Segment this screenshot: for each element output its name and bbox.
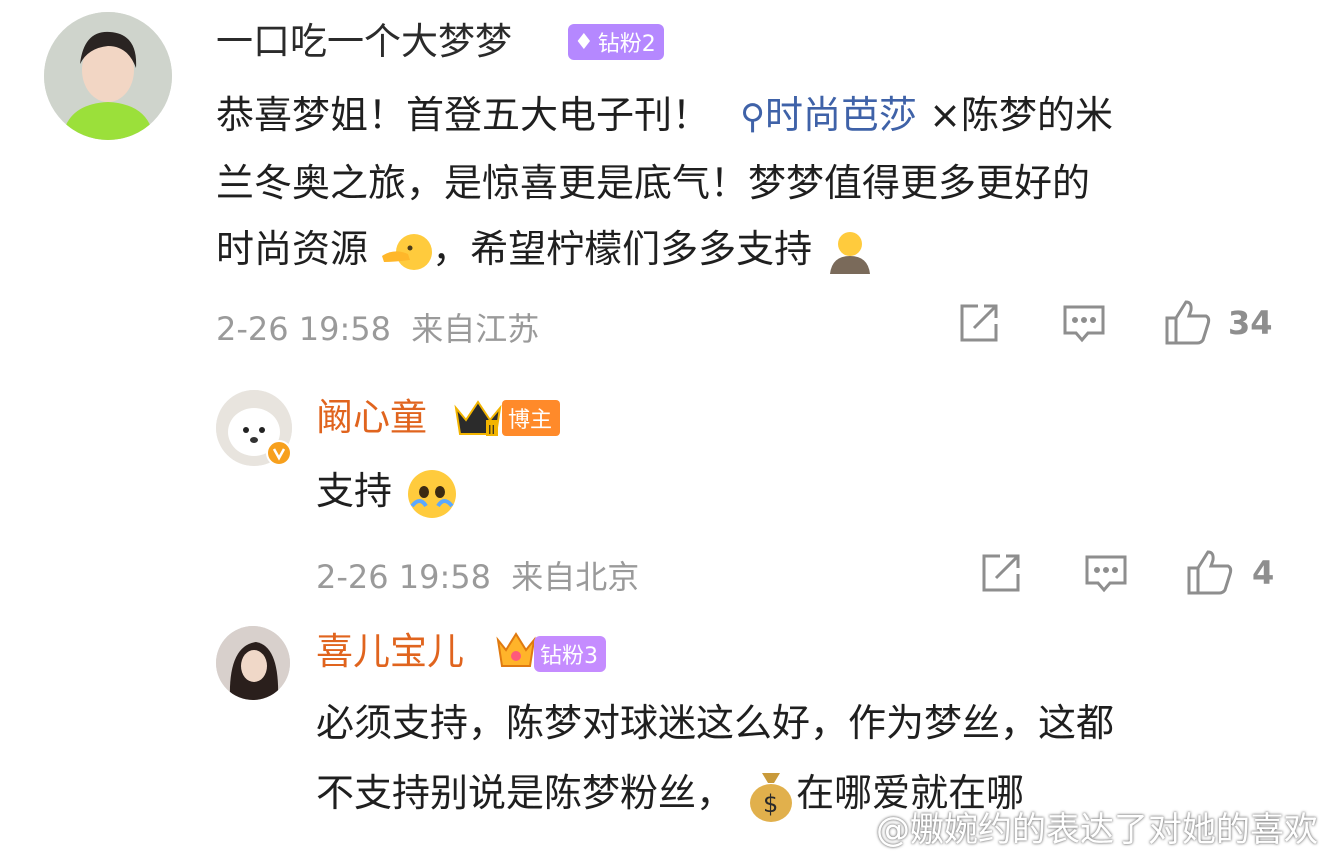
crown-icon: II xyxy=(452,396,504,438)
comment-text: 不支持别说是陈梦粉丝， xyxy=(316,771,735,815)
comment-icon[interactable] xyxy=(1062,304,1106,344)
money-bag-icon: $ xyxy=(746,769,796,823)
username[interactable]: 阚心童 xyxy=(316,396,427,440)
comment-text: 恭喜梦姐！首登五大电子刊！ xyxy=(216,93,711,137)
search-icon: ⚲ xyxy=(740,97,766,137)
timestamp: 2-26 19:58 xyxy=(316,558,492,596)
avatar[interactable] xyxy=(216,626,290,700)
fan-level-badge: ♦ 钻粉2 xyxy=(568,24,664,60)
svg-text:II: II xyxy=(488,423,495,437)
watermark: @嫐婉约的表达了对她的喜欢 xyxy=(876,810,1318,850)
location: 来自江苏 xyxy=(411,310,540,348)
comment-text-line: 支持 xyxy=(316,460,460,522)
comment-text: 时尚资源 xyxy=(216,227,369,271)
diamond-icon: ♦ xyxy=(574,29,594,55)
username[interactable]: 一口吃一个大梦梦 xyxy=(216,20,512,64)
timestamp: 2-26 19:58 xyxy=(216,310,392,348)
bowing-person-emoji-icon xyxy=(824,226,876,278)
comment-text-line: 时尚资源 ，希望柠檬们多多支持 xyxy=(216,218,876,280)
fan-level-badge: 钻粉3 xyxy=(534,636,606,672)
comment-text: ×陈梦的米 xyxy=(929,93,1113,137)
avatar[interactable] xyxy=(44,12,172,140)
comment-icon[interactable] xyxy=(1084,554,1128,594)
comment-text: 必须支持，陈梦对球迷这么好，作为梦丝，这都 xyxy=(316,701,1115,745)
like-icon[interactable] xyxy=(1186,548,1234,596)
svg-text:$: $ xyxy=(763,790,778,818)
badge-label: 钻粉3 xyxy=(540,644,598,669)
topic-link[interactable]: ⚲时尚芭莎 xyxy=(740,93,929,137)
pointing-face-emoji-icon xyxy=(380,226,433,278)
like-icon[interactable] xyxy=(1164,298,1212,346)
comment-meta: 2-26 19:58 来自北京 xyxy=(316,552,639,598)
comment-text: 支持 xyxy=(316,469,393,513)
comment-text-line: 恭喜梦姐！首登五大电子刊！ ⚲时尚芭莎 ×陈梦的米 xyxy=(216,84,1113,148)
comment-text-line: 兰冬奥之旅，是惊喜更是底气！梦梦值得更多更好的 xyxy=(216,152,1090,214)
blogger-badge: 博主 xyxy=(502,400,561,436)
badge-label: 钻粉2 xyxy=(597,32,656,57)
weibo-logo-icon xyxy=(832,806,876,842)
badge-label: 博主 xyxy=(508,408,553,433)
comment-text-line: 必须支持，陈梦对球迷这么好，作为梦丝，这都 xyxy=(316,692,1114,754)
like-count: 4 xyxy=(1252,554,1275,592)
repost-icon[interactable] xyxy=(958,302,1000,344)
comment-text: ，希望柠檬们多多支持 xyxy=(432,227,813,271)
touched-face-emoji-icon xyxy=(404,466,460,522)
crown-icon xyxy=(494,626,538,670)
comment-meta: 2-26 19:58 来自江苏 xyxy=(216,304,539,350)
like-count: 34 xyxy=(1228,304,1273,342)
location: 来自北京 xyxy=(511,558,640,596)
verified-badge-icon xyxy=(266,440,292,466)
comment-text: 兰冬奥之旅，是惊喜更是底气！梦梦值得更多更好的 xyxy=(216,161,1091,205)
repost-icon[interactable] xyxy=(980,552,1022,594)
username[interactable]: 喜儿宝儿 xyxy=(316,630,464,674)
